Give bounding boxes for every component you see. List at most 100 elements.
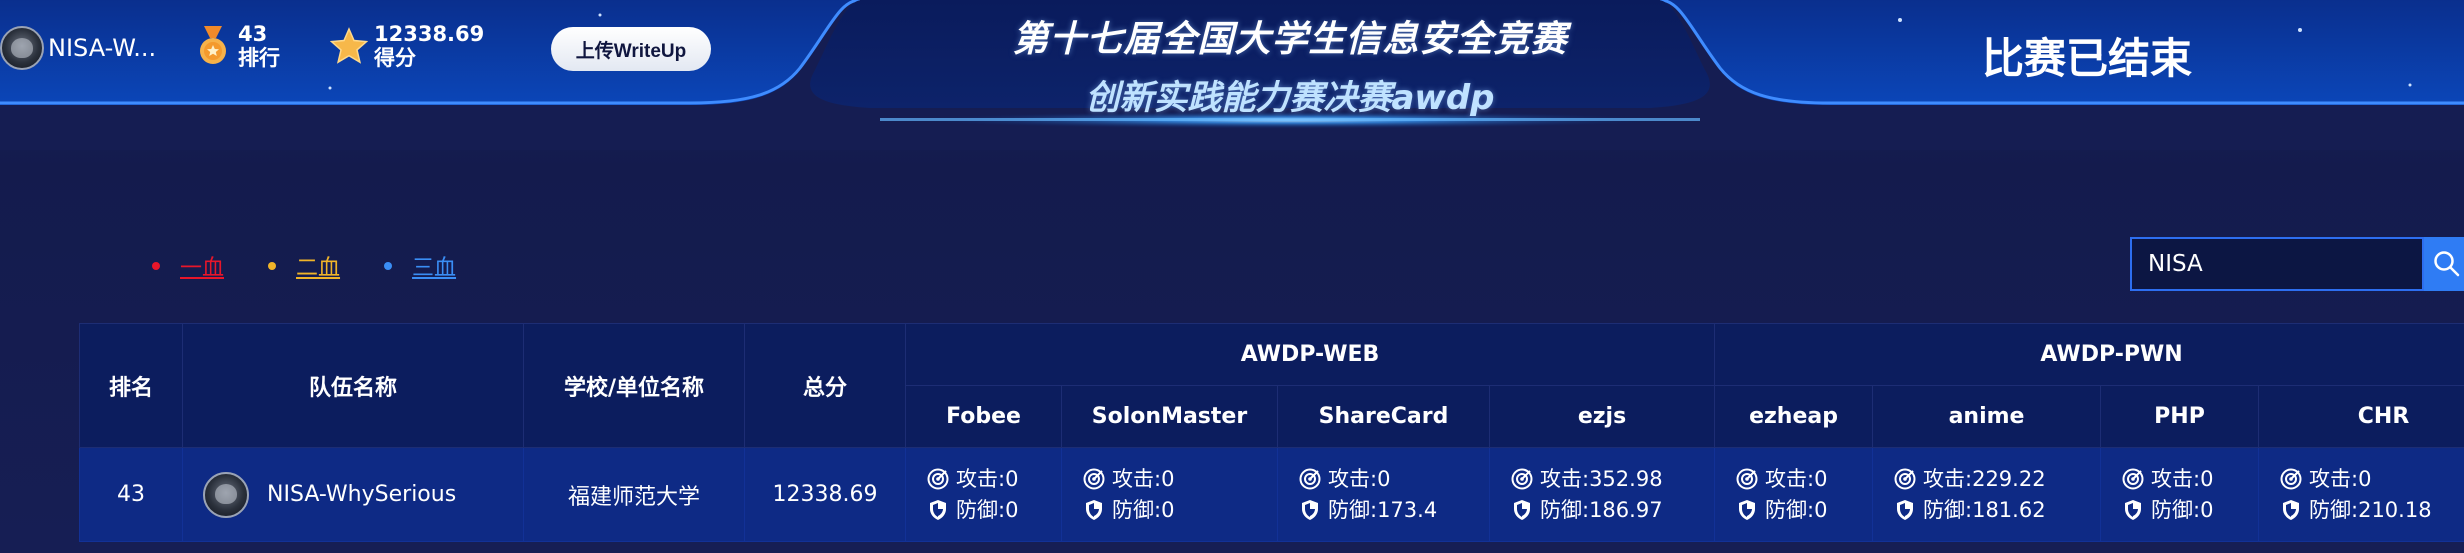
header-group-web: AWDP-WEB [904, 323, 1716, 386]
target-icon [2121, 467, 2145, 491]
attack-value: 攻击:0 [1328, 466, 1391, 491]
target-icon [1510, 467, 1534, 491]
header-group-pwn: AWDP-PWN [1714, 323, 2464, 386]
team-name[interactable]: NISA-WhySerious [267, 482, 456, 507]
header-challenge: ezheap [1714, 385, 1874, 448]
upload-writeup-button[interactable]: 上传WriteUp [551, 27, 711, 71]
header-challenge: PHP [2100, 385, 2260, 448]
row-team[interactable]: NISA-WhySerious [182, 447, 524, 542]
attack-score: 攻击:0 [1735, 464, 1872, 495]
defense-value: 防御:0 [956, 497, 1019, 522]
header-challenge: anime [1872, 385, 2102, 448]
shield-icon [2279, 498, 2303, 522]
attack-value: 攻击:0 [956, 466, 1019, 491]
attack-score: 攻击:0 [926, 464, 1061, 495]
score-cell: 攻击:229.22 防御:181.62 [1872, 447, 2102, 542]
shield-icon [1298, 498, 1322, 522]
attack-value: 攻击:0 [2151, 466, 2214, 491]
legend-dot [152, 262, 160, 270]
competition-title: 第十七届全国大学生信息安全竞赛 创新实践能力赛决赛awdp [860, 10, 1720, 119]
score-value: 12338.69 [374, 22, 485, 46]
header-school: 学校/单位名称 [523, 323, 745, 448]
header-rank: 排名 [79, 323, 183, 448]
legend-third-blood[interactable]: 三血 [384, 250, 456, 282]
defense-score: 防御:0 [1082, 495, 1277, 526]
header-total: 总分 [744, 323, 906, 448]
attack-score: 攻击:0 [2121, 464, 2258, 495]
defense-score: 防御:181.62 [1893, 495, 2100, 526]
defense-value: 防御:0 [1765, 497, 1828, 522]
header-challenge: Fobee [905, 385, 1062, 448]
shield-icon [1510, 498, 1534, 522]
legend-label[interactable]: 一血 [180, 250, 224, 282]
user-name[interactable]: NISA-W... [48, 34, 156, 62]
score-cell: 攻击:0 防御:0 [905, 447, 1062, 542]
row-school: 福建师范大学 [523, 447, 745, 542]
row-total: 12338.69 [744, 447, 906, 542]
rank-value: 43 [238, 22, 268, 46]
target-icon [1298, 467, 1322, 491]
star-icon [330, 25, 368, 67]
header-challenge: ezjs [1488, 385, 1716, 448]
attack-value: 攻击:0 [2309, 466, 2372, 491]
target-icon [1893, 467, 1917, 491]
target-icon [1735, 467, 1759, 491]
defense-score: 防御:0 [926, 495, 1061, 526]
legend-label[interactable]: 二血 [296, 250, 340, 282]
legend-second-blood[interactable]: 二血 [268, 250, 340, 282]
defense-value: 防御:0 [1112, 497, 1175, 522]
team-avatar [203, 471, 249, 518]
score-cell: 攻击:0 防御:0 [2100, 447, 2260, 542]
header-challenge: SolonMaster [1061, 385, 1278, 448]
target-icon [926, 467, 950, 491]
page: NISA-W... 43 排行 12338.69 得分 上传WriteUp 第十… [0, 0, 2464, 553]
defense-value: 防御:181.62 [1923, 497, 2046, 522]
defense-score: 防御:0 [2121, 495, 2258, 526]
score-cell: 攻击:0 防御:0 [1714, 447, 1874, 542]
shield-icon [1893, 498, 1917, 522]
attack-score: 攻击:0 [1082, 464, 1277, 495]
defense-value: 防御:186.97 [1540, 497, 1663, 522]
shield-icon [2121, 498, 2145, 522]
defense-value: 防御:210.18 [2309, 497, 2432, 522]
search-icon [2434, 251, 2460, 277]
table-row: 43 NISA-WhySerious 福建师范大学 12338.69 攻击:0 防… [79, 447, 2464, 542]
legend-label[interactable]: 三血 [412, 250, 456, 282]
ranking-table: 排名 队伍名称 学校/单位名称 总分 AWDP-WEB AWDP-PWN Fob… [79, 323, 2464, 542]
defense-value: 防御:173.4 [1328, 497, 1438, 522]
attack-score: 攻击:352.98 [1510, 464, 1714, 495]
target-icon [1082, 467, 1106, 491]
attack-score: 攻击:229.22 [1893, 464, 2100, 495]
defense-score: 防御:173.4 [1298, 495, 1489, 526]
attack-value: 攻击:0 [1765, 466, 1828, 491]
header-team: 队伍名称 [182, 323, 524, 448]
search-button[interactable] [2424, 237, 2464, 291]
title-line-2: 创新实践能力赛决赛awdp [1085, 78, 1495, 118]
shield-icon [1082, 498, 1106, 522]
score-stat: 12338.69 得分 [330, 22, 484, 70]
user-profile[interactable]: NISA-W... [0, 22, 156, 74]
defense-score: 防御:0 [1735, 495, 1872, 526]
team-search [2130, 237, 2464, 291]
target-icon [2279, 467, 2303, 491]
title-line-1: 第十七届全国大学生信息安全竞赛 [1012, 19, 1568, 60]
defense-value: 防御:0 [2151, 497, 2214, 522]
score-cell: 攻击:0 防御:0 [1061, 447, 1278, 542]
rank-label: 排行 [238, 46, 280, 70]
score-label: 得分 [374, 46, 416, 70]
score-cell: 攻击:352.98 防御:186.97 [1488, 447, 1716, 542]
score-cell: 攻击:0 防御:210.18 [2258, 447, 2464, 542]
attack-score: 攻击:0 [1298, 464, 1489, 495]
legend-first-blood[interactable]: 一血 [152, 250, 224, 282]
header: NISA-W... 43 排行 12338.69 得分 上传WriteUp 第十… [0, 0, 2464, 150]
search-input[interactable] [2130, 237, 2424, 291]
header-challenge: ShareCard [1277, 385, 1490, 448]
header-challenge: CHR [2258, 385, 2464, 448]
medal-icon [194, 25, 232, 67]
score-cell: 攻击:0 防御:173.4 [1277, 447, 1490, 542]
user-avatar[interactable] [0, 26, 44, 70]
shield-icon [1735, 498, 1759, 522]
blood-legend: 一血 二血 三血 [152, 250, 500, 282]
competition-status: 比赛已结束 [1982, 34, 2193, 83]
attack-score: 攻击:0 [2279, 464, 2464, 495]
